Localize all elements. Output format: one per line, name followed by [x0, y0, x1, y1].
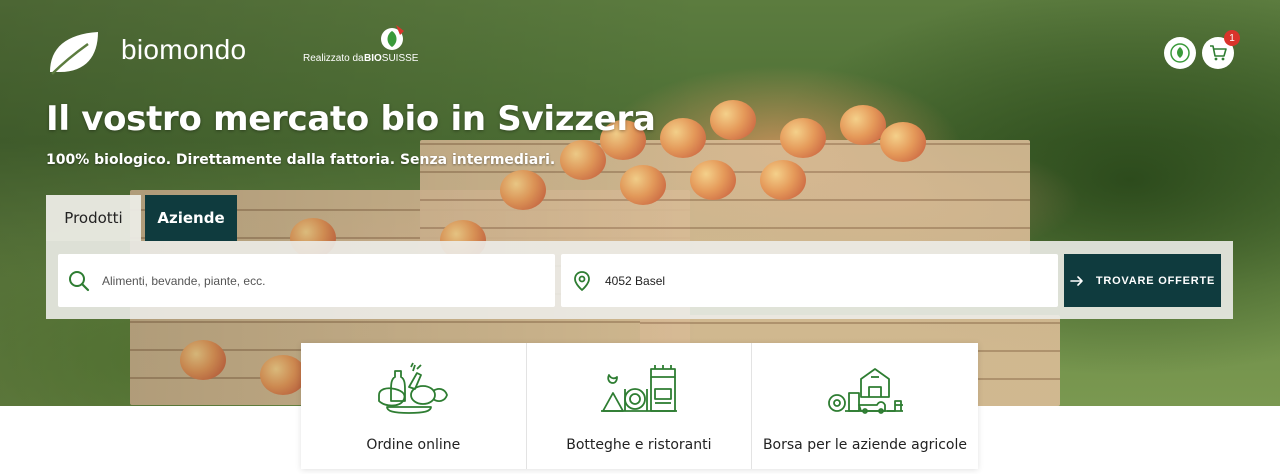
card-farm-exchange[interactable]: Borsa per le aziende agricole — [752, 343, 978, 469]
bio-suisse-suffix: SUISSE — [381, 53, 419, 64]
search-bar: TROVARE OFFERTE — [46, 241, 1233, 319]
card-online-order-label: Ordine online — [366, 437, 461, 453]
tab-products[interactable]: Prodotti — [46, 195, 141, 241]
bio-suisse-bud-icon — [381, 25, 404, 50]
biomondo-leaf-logo[interactable] — [46, 28, 102, 76]
page-title: Il vostro mercato bio in Svizzera — [46, 99, 656, 139]
page-subtitle: 100% biologico. Direttamente dalla fatto… — [46, 152, 556, 168]
made-by-label: Realizzato da — [303, 53, 364, 64]
farm-icon — [828, 368, 903, 414]
card-shops-restaurants[interactable]: Botteghe e ristoranti — [527, 343, 753, 469]
shop-restaurant-icon — [600, 365, 677, 412]
bio-seal-icon — [1170, 43, 1190, 63]
find-offers-button[interactable]: TROVARE OFFERTE — [1064, 254, 1221, 307]
category-cards: Ordine online Botteghe e ristoranti Bors… — [301, 343, 978, 469]
arrow-right-icon — [1070, 275, 1083, 286]
cart-count-badge: 1 — [1224, 30, 1240, 46]
card-farm-exchange-label: Borsa per le aziende agricole — [762, 437, 967, 453]
brand-name[interactable]: biomondo — [121, 34, 246, 66]
find-offers-label: TROVARE OFFERTE — [1095, 274, 1216, 287]
tab-companies[interactable]: Aziende — [145, 195, 237, 241]
location-field[interactable] — [561, 254, 1058, 307]
location-input[interactable] — [605, 273, 1025, 288]
card-shops-restaurants-label: Botteghe e ristoranti — [566, 437, 712, 453]
card-online-order[interactable]: Ordine online — [301, 343, 527, 469]
product-search-field[interactable] — [58, 254, 555, 307]
bio-suisse-bold: BIO — [364, 53, 382, 64]
location-pin-icon — [574, 270, 590, 291]
cart-icon — [1210, 45, 1227, 61]
groceries-icon — [378, 362, 449, 414]
bio-suisse-label: BIOSUISSE — [364, 53, 418, 64]
product-search-input[interactable] — [102, 273, 522, 288]
search-icon — [69, 270, 90, 291]
bio-label-button[interactable] — [1164, 37, 1196, 69]
